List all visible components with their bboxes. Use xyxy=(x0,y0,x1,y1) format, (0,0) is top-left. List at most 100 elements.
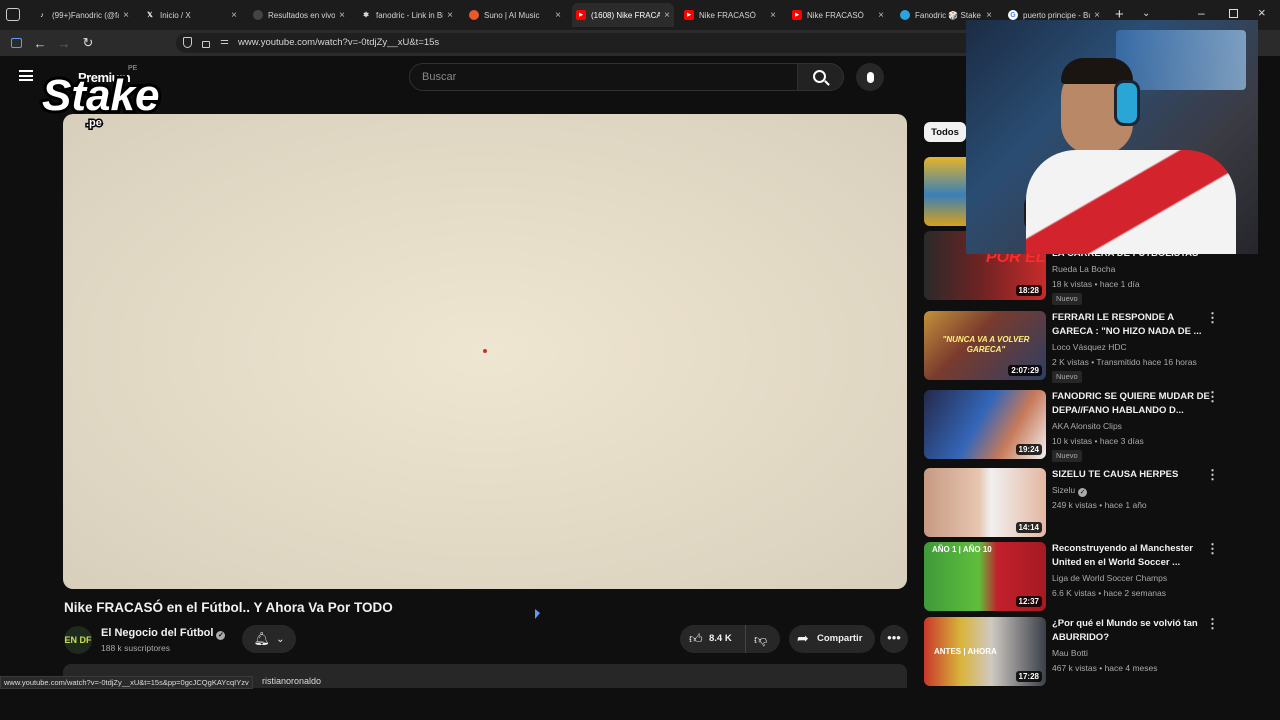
more-vertical-icon[interactable]: ⋮ xyxy=(1206,542,1219,556)
close-tab-icon[interactable]: × xyxy=(231,10,237,21)
lock-icon[interactable] xyxy=(202,41,210,48)
close-tab-icon[interactable]: × xyxy=(123,10,129,21)
search-button[interactable] xyxy=(798,63,844,91)
close-window-icon[interactable]: × xyxy=(1258,5,1266,20)
recommendation-thumbnail[interactable]: 19:24 xyxy=(924,390,1046,459)
sidebar-toggle-icon[interactable] xyxy=(8,35,24,51)
more-vertical-icon[interactable]: ⋮ xyxy=(1206,311,1219,325)
recommendation-channel[interactable]: Loco Vásquez HDC xyxy=(1052,342,1127,352)
thumbs-up-icon: 👍︎ xyxy=(689,631,703,646)
browser-tab[interactable]: Suno | AI Music × xyxy=(465,3,565,27)
close-tab-icon[interactable]: × xyxy=(770,10,776,21)
close-tab-icon[interactable]: × xyxy=(878,10,884,21)
recommendation-thumbnail[interactable]: "NUNCA VA A VOLVER GARECA" 2:07:29 xyxy=(924,311,1046,380)
verified-check-icon: ✓ xyxy=(216,631,226,640)
recommendation-title[interactable]: SIZELU TE CAUSA HERPES xyxy=(1052,468,1214,482)
address-bar[interactable]: ⚌ www.youtube.com/watch?v=-0tdjZy__xU&t=… xyxy=(176,33,976,53)
recommendation-thumbnail-partial[interactable] xyxy=(924,157,966,226)
thumbs-down-icon: 👎︎ xyxy=(754,632,768,647)
video-duration: 12:37 xyxy=(1015,596,1042,607)
browser-tab[interactable]: Resultados en vivo × xyxy=(249,3,349,27)
browser-tab[interactable]: ✱ fanodric - Link in Bi × xyxy=(357,3,457,27)
channel-avatar[interactable]: EN DF xyxy=(64,626,92,654)
video-player[interactable] xyxy=(63,114,907,589)
recommendation-title[interactable]: FANODRIC SE QUIERE MUDAR DE DEPA//FANO H… xyxy=(1052,390,1214,418)
chip-all[interactable]: Todos xyxy=(924,122,966,142)
status-bar-url: www.youtube.com/watch?v=-0tdjZy__xU&t=15… xyxy=(0,676,253,689)
recommendation-thumbnail[interactable]: ANTES | AHORA 17:28 xyxy=(924,617,1046,686)
browser-tab[interactable]: ♪ (99+)Fanodric (@fa × xyxy=(33,3,133,27)
recommendation-item[interactable]: 19:24 FANODRIC SE QUIERE MUDAR DE DEPA//… xyxy=(924,390,1254,462)
more-actions-button[interactable]: ••• xyxy=(880,625,908,653)
close-tab-icon[interactable]: × xyxy=(664,10,670,21)
youtube-icon: ▶ xyxy=(684,10,694,20)
tab-label: Suno | AI Music xyxy=(484,10,540,20)
maximize-icon[interactable] xyxy=(1229,9,1238,18)
recommendation-item[interactable]: ANTES | AHORA 17:28 ¿Por qué el Mundo se… xyxy=(924,617,1254,687)
channel-name[interactable]: El Negocio del Fútbol ✓ xyxy=(101,627,226,640)
tab-label: Nike FRACASÓ xyxy=(699,10,756,20)
voice-search-button[interactable] xyxy=(856,63,884,91)
reload-icon[interactable]: ↻ xyxy=(80,35,96,51)
video-duration: 17:28 xyxy=(1015,671,1042,682)
recommendation-channel[interactable]: Mau Botti xyxy=(1052,648,1088,658)
browser-tab[interactable]: ▶ Nike FRACASÓ × xyxy=(788,3,888,27)
share-button[interactable]: ➦ Compartir xyxy=(789,625,875,653)
url-text[interactable]: www.youtube.com/watch?v=-0tdjZy__xU&t=15… xyxy=(238,37,439,48)
recommendation-title[interactable]: ¿Por qué el Mundo se volvió tan ABURRIDO… xyxy=(1052,617,1214,645)
site-icon xyxy=(253,10,263,20)
mouse-cursor-icon xyxy=(535,609,540,619)
back-arrow-icon[interactable]: ← xyxy=(32,35,48,51)
close-tab-icon[interactable]: × xyxy=(339,10,345,21)
search-input[interactable]: Buscar xyxy=(409,63,798,91)
recommendation-channel[interactable]: AKA Alonsito Clips xyxy=(1052,421,1122,431)
close-tab-icon[interactable]: × xyxy=(1094,10,1100,21)
recommendation-channel[interactable]: Rueda La Bocha xyxy=(1052,264,1115,274)
subscriber-count: 188 k suscriptores xyxy=(101,643,170,653)
thumbnail-overlay-text: ANTES | AHORA xyxy=(934,647,997,656)
more-vertical-icon[interactable]: ⋮ xyxy=(1206,468,1219,482)
video-duration: 14:14 xyxy=(1015,522,1042,533)
more-vertical-icon[interactable]: ⋮ xyxy=(1206,390,1219,404)
description-hashtag[interactable]: ristianoronaldo xyxy=(262,676,321,686)
recommendation-item[interactable]: "NUNCA VA A VOLVER GARECA" 2:07:29 FERRA… xyxy=(924,311,1254,383)
forward-arrow-icon[interactable]: → xyxy=(56,35,72,51)
share-label: Compartir xyxy=(817,633,863,644)
tab-label: puerto principe - Bu xyxy=(1023,10,1091,20)
browser-tab-active[interactable]: ▶ (1608) Nike FRACAS × xyxy=(572,3,674,27)
thumbnail-overlay-text: AÑO 1 | AÑO 10 xyxy=(932,545,992,554)
recommendation-item[interactable]: 14:14 SIZELU TE CAUSA HERPES Sizelu ✓ 249… xyxy=(924,468,1254,538)
more-vertical-icon[interactable]: ⋮ xyxy=(1206,617,1219,631)
close-tab-icon[interactable]: × xyxy=(555,10,561,21)
video-duration: 2:07:29 xyxy=(1008,365,1042,376)
telegram-icon xyxy=(900,10,910,20)
recommendation-channel[interactable]: Sizelu ✓ xyxy=(1052,485,1088,497)
svg-text:Stake: Stake xyxy=(42,71,159,120)
hamburger-menu-icon[interactable] xyxy=(19,70,33,81)
recommendation-title[interactable]: Reconstruyendo al Manchester United en e… xyxy=(1052,542,1214,570)
channel-name-text: El Negocio del Fútbol xyxy=(101,627,214,639)
microphone-icon xyxy=(866,71,874,83)
more-horizontal-icon: ••• xyxy=(887,630,901,645)
close-tab-icon[interactable]: × xyxy=(447,10,453,21)
recommendation-thumbnail[interactable]: 14:14 xyxy=(924,468,1046,537)
webcam-headset xyxy=(1114,80,1140,126)
tracking-shield-icon[interactable] xyxy=(183,37,192,48)
site-permissions-icon[interactable]: ⚌ xyxy=(220,36,229,47)
browser-tab[interactable]: ▶ Nike FRACASÓ × xyxy=(680,3,780,27)
tab-list-chevron-icon[interactable]: ⌄ xyxy=(1142,8,1150,19)
close-tab-icon[interactable]: × xyxy=(986,10,992,21)
like-dislike-group: 👍︎ 8.4 K 👎︎ xyxy=(680,625,780,653)
new-badge: Nuevo xyxy=(1052,293,1082,305)
recommendation-channel[interactable]: Liga de World Soccer Champs xyxy=(1052,573,1167,583)
recommendation-title[interactable]: FERRARI LE RESPONDE A GARECA : "NO HIZO … xyxy=(1052,311,1214,339)
recommendation-meta: 467 k vistas • hace 4 meses xyxy=(1052,663,1158,673)
recommendation-item[interactable]: AÑO 1 | AÑO 10 12:37 Reconstruyendo al M… xyxy=(924,542,1254,612)
tab-actions-icon[interactable] xyxy=(6,8,20,21)
recommendation-thumbnail[interactable]: AÑO 1 | AÑO 10 12:37 xyxy=(924,542,1046,611)
tab-label: (99+)Fanodric (@fa xyxy=(52,10,120,20)
subscription-bell-button[interactable]: 🔔︎ ⌄ xyxy=(242,625,296,653)
browser-tab[interactable]: 𝕏 Inicio / X × xyxy=(141,3,241,27)
minimize-icon[interactable]: – xyxy=(1198,6,1205,20)
streamer-webcam xyxy=(966,20,1258,254)
